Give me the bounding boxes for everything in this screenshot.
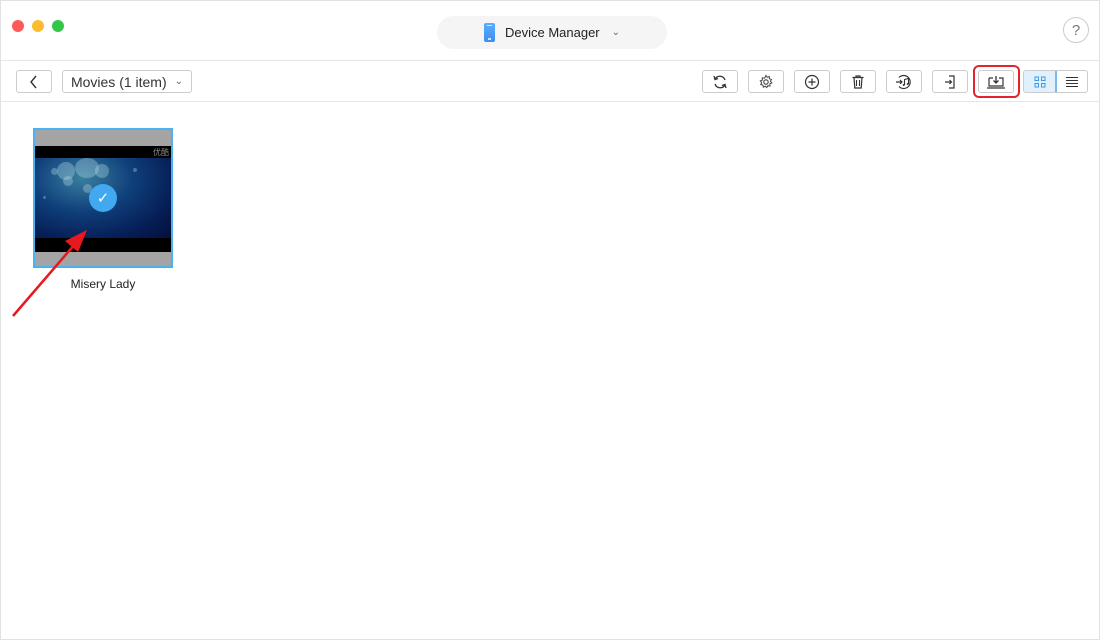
close-window-button[interactable]: [12, 20, 24, 32]
itunes-button[interactable]: [886, 70, 922, 93]
to-device-button[interactable]: [932, 70, 968, 93]
refresh-icon: [713, 75, 727, 88]
movie-thumbnail[interactable]: 优酷 ✓: [33, 128, 173, 268]
help-button[interactable]: ?: [1063, 17, 1089, 43]
toolbar: Movies (1 item) ⌄: [1, 61, 1099, 102]
selected-check-icon: ✓: [89, 184, 117, 212]
download-to-computer-icon: [987, 75, 1005, 89]
view-toggle: [1023, 70, 1088, 93]
chevron-down-icon: ⌄: [611, 27, 621, 38]
window-controls: [12, 20, 64, 32]
import-to-device-icon: [945, 74, 955, 89]
movie-item[interactable]: 优酷 ✓ Misery Lady: [33, 128, 173, 291]
phone-icon: [483, 23, 495, 42]
list-icon: [1065, 76, 1078, 87]
music-import-icon: [896, 74, 911, 89]
grid-icon: [1034, 76, 1045, 87]
content-area: 优酷 ✓ Misery Lady: [1, 102, 1099, 640]
app-window: Device Manager ⌄ ? Movies (1 item) ⌄ 优酷 …: [0, 0, 1100, 640]
chevron-left-icon: [30, 75, 37, 88]
gear-icon: [759, 74, 773, 88]
device-selector[interactable]: Device Manager ⌄: [437, 16, 667, 49]
settings-button[interactable]: [748, 70, 784, 93]
refresh-button[interactable]: [702, 70, 738, 93]
to-computer-button[interactable]: [978, 70, 1014, 93]
grid-view-button[interactable]: [1024, 71, 1057, 92]
add-button[interactable]: [794, 70, 830, 93]
back-button[interactable]: [16, 70, 52, 93]
minimize-window-button[interactable]: [32, 20, 44, 32]
chevron-down-icon: ⌄: [174, 76, 184, 87]
category-dropdown[interactable]: Movies (1 item) ⌄: [62, 70, 192, 93]
watermark: 优酷: [153, 148, 169, 157]
device-name: Device Manager: [504, 25, 600, 40]
titlebar: Device Manager ⌄ ?: [1, 1, 1099, 61]
trash-icon: [852, 74, 864, 89]
list-view-button[interactable]: [1056, 71, 1087, 92]
movie-title: Misery Lady: [70, 277, 136, 291]
category-label: Movies (1 item): [70, 73, 167, 90]
maximize-window-button[interactable]: [52, 20, 64, 32]
delete-button[interactable]: [840, 70, 876, 93]
plus-circle-icon: [804, 74, 820, 89]
